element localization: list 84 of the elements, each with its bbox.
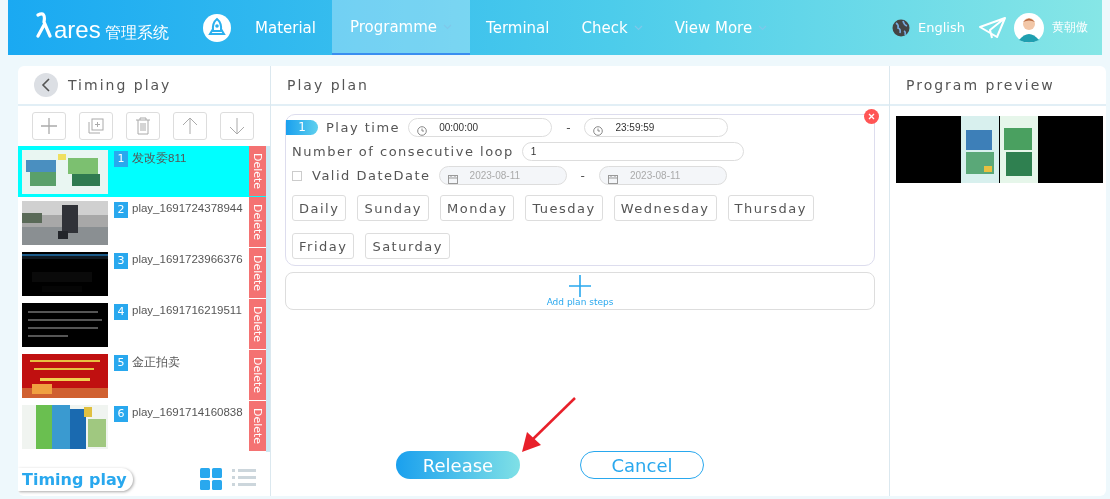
program-name: 金正拍卖 <box>132 355 180 370</box>
program-item[interactable]: 6 play_1691714160838 Delete <box>18 401 266 452</box>
program-name: play_1691724378944 <box>132 202 243 214</box>
program-name: play_1691723966376 <box>132 253 243 265</box>
delete-button[interactable]: Delete <box>249 350 266 400</box>
nav-tab[interactable]: View More <box>658 0 784 55</box>
language-link[interactable]: English <box>918 20 965 35</box>
index-badge: 6 <box>114 406 128 422</box>
range-separator: - <box>566 120 571 135</box>
trash-icon <box>135 117 151 135</box>
delete-button[interactable]: Delete <box>249 248 266 298</box>
program-item[interactable]: 4 play_1691716219511 Delete <box>18 299 266 350</box>
chevron-icon <box>633 24 643 31</box>
delete-button[interactable] <box>126 112 160 140</box>
weekday-button[interactable]: Saturday <box>365 233 450 259</box>
weekday-button[interactable]: Sunday <box>357 195 430 221</box>
index-badge: 4 <box>114 304 128 320</box>
weekday-button[interactable]: Wednesday <box>613 195 717 221</box>
delete-button[interactable]: Delete <box>249 146 266 196</box>
weekday-button[interactable]: Tuesday <box>525 195 603 221</box>
calendar-icon <box>447 173 458 184</box>
weekday-button[interactable]: Thursday <box>727 195 814 221</box>
list-view-icon[interactable] <box>232 468 256 488</box>
copy-icon <box>88 118 104 134</box>
move-up-button[interactable] <box>173 112 207 140</box>
index-badge: 1 <box>114 151 128 167</box>
nav-tab[interactable]: Check <box>565 0 659 55</box>
panel-title: Program preview <box>906 77 1055 93</box>
calendar-icon <box>607 173 618 184</box>
nav-tab[interactable]: Material <box>239 0 332 55</box>
checkbox[interactable] <box>292 170 302 181</box>
weekday-button[interactable]: Friday <box>292 233 355 259</box>
date-field[interactable]: 2023-08-11 <box>598 166 727 185</box>
panel-title: Play plan <box>287 77 369 93</box>
program-item[interactable]: 2 play_1691724378944 Delete <box>18 197 266 248</box>
up-arrow-icon <box>182 117 198 135</box>
panel-title: Timing play <box>68 77 172 93</box>
rocket-icon <box>203 13 231 42</box>
back-button[interactable] <box>34 73 58 97</box>
down-arrow-icon <box>229 117 245 135</box>
logo-icon <box>36 11 52 38</box>
program-name: play_1691716219511 <box>132 304 242 316</box>
paper-plane-icon[interactable] <box>979 16 1006 39</box>
nav-tab[interactable]: Terminal <box>470 0 566 55</box>
weekday-button[interactable]: Monday <box>440 195 515 221</box>
clock-icon <box>593 125 604 136</box>
plus-icon <box>40 117 58 135</box>
weekday-button[interactable]: Daily <box>292 195 347 221</box>
cancel-button[interactable]: Cancel <box>580 451 704 479</box>
plus-icon <box>569 275 591 297</box>
avatar-icon[interactable] <box>1014 12 1044 43</box>
program-item[interactable]: 5 金正拍卖 Delete <box>18 350 266 401</box>
logo-brand: ares <box>54 15 101 44</box>
logo-text: 管理系统 <box>104 22 169 44</box>
checkbox-label: Valid Date <box>312 168 394 183</box>
index-badge: 3 <box>114 253 128 269</box>
program-item[interactable]: 3 play_1691723966376 Delete <box>18 248 266 299</box>
field-label: Play time <box>326 120 401 135</box>
grid-view-icon[interactable] <box>200 468 222 490</box>
delete-button[interactable]: Delete <box>249 401 266 451</box>
chevron-icon <box>758 24 768 31</box>
field-label: Number of consecutive loop <box>292 144 514 159</box>
add-plan-step-button[interactable]: Add plan steps <box>285 272 875 310</box>
copy-button[interactable] <box>79 112 113 140</box>
field-label: Date <box>393 168 431 183</box>
delete-button[interactable]: Delete <box>249 299 266 349</box>
globe-icon <box>892 18 911 37</box>
move-down-button[interactable] <box>220 112 254 140</box>
program-name: play_1691714160838 <box>132 406 243 418</box>
program-name: 发改委811 <box>132 151 187 166</box>
clock-icon <box>417 125 428 136</box>
index-badge: 5 <box>114 355 128 371</box>
user-name[interactable]: 黄朝傲 <box>1052 19 1088 36</box>
range-separator: - <box>580 168 585 183</box>
step-badge: 1 <box>286 120 318 135</box>
program-item[interactable]: 1 发改委811 Delete <box>18 146 266 197</box>
delete-button[interactable]: Delete <box>249 197 266 247</box>
section-label: Timing play <box>18 467 133 491</box>
close-icon[interactable] <box>864 109 879 124</box>
nav-tab[interactable]: Programme <box>331 0 471 55</box>
add-button[interactable] <box>32 112 66 140</box>
annotation-arrow <box>519 397 577 455</box>
index-badge: 2 <box>114 202 128 218</box>
release-button[interactable]: Release <box>396 451 520 479</box>
